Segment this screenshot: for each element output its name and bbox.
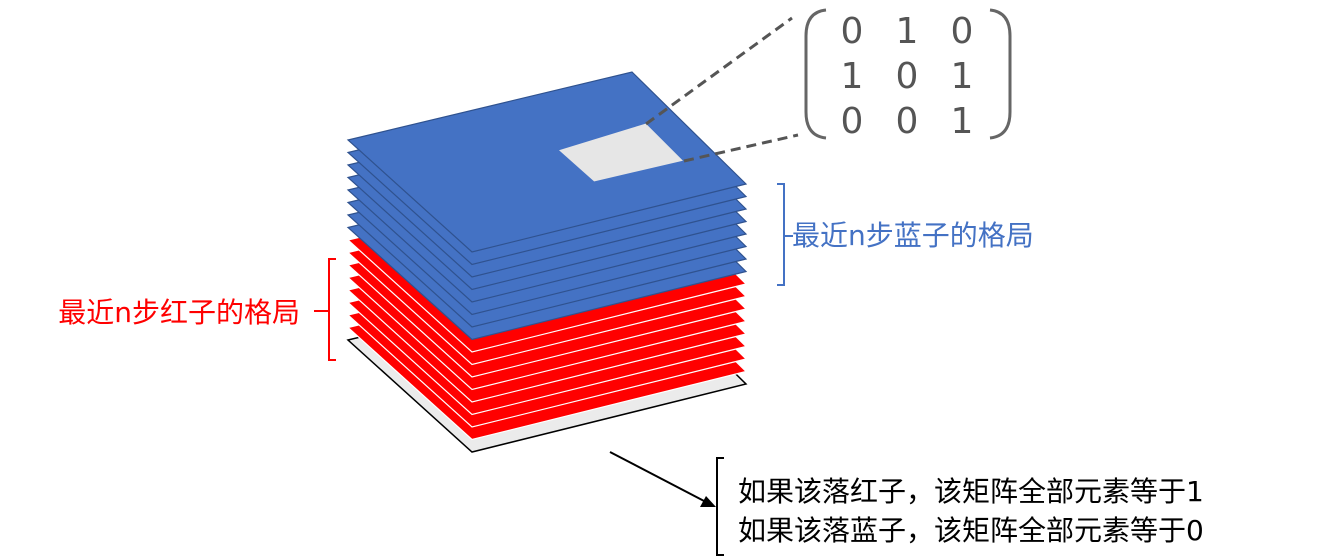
matrix-cell: 0 <box>896 101 919 142</box>
board-stack-diagram: 0 1 0 1 0 1 0 0 1 最近n步蓝子的格局 最近n步红子的格局 如果… <box>58 8 1204 556</box>
matrix-cell: 1 <box>951 101 974 142</box>
bottom-text-line-1: 如果该落红子，该矩阵全部元素等于1 <box>738 475 1204 508</box>
red-layers-label: 最近n步红子的格局 <box>58 296 300 329</box>
red-layers-bracket <box>314 258 336 361</box>
matrix-cell: 0 <box>841 11 864 52</box>
matrix-cell: 1 <box>841 56 864 97</box>
blue-layers-bracket <box>777 183 793 286</box>
matrix-cell: 1 <box>951 56 974 97</box>
matrix-cell: 0 <box>896 56 919 97</box>
bottom-text-bracket <box>716 457 724 556</box>
matrix-values: 0 1 0 1 0 1 0 0 1 <box>841 11 974 142</box>
bottom-arrow-line <box>609 451 707 503</box>
blue-layers-label: 最近n步蓝子的格局 <box>792 219 1034 252</box>
bottom-text-line-2: 如果该落蓝子，该矩阵全部元素等于0 <box>738 514 1204 547</box>
matrix-left-paren <box>804 8 827 140</box>
matrix-cell: 0 <box>951 11 974 52</box>
bottom-arrow-head <box>700 496 716 507</box>
matrix-cell: 1 <box>896 11 919 52</box>
matrix-cell: 0 <box>841 101 864 142</box>
layer-stack <box>346 71 748 453</box>
matrix-right-paren <box>989 8 1012 140</box>
